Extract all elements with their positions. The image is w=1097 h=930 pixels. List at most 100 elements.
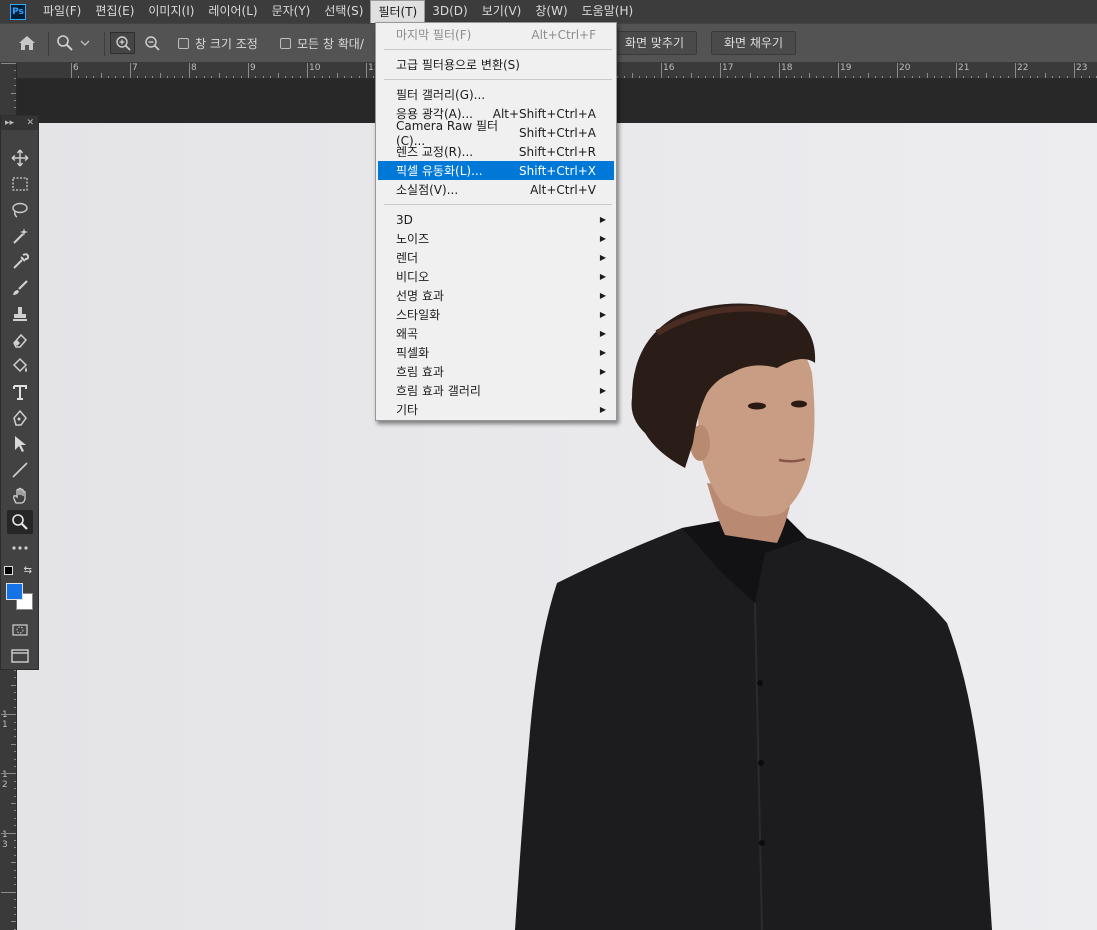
zoom-all-windows-checkbox[interactable] (280, 37, 291, 49)
filter-menu-item[interactable]: 기타 ▶ (378, 400, 614, 419)
filter-menu-item[interactable]: 마지막 필터(F) Alt+Ctrl+F (378, 25, 614, 44)
ruler-tick (14, 70, 16, 72)
move-tool[interactable] (7, 146, 33, 170)
filter-menu-item-label: 렌더 (396, 251, 419, 265)
menu-item[interactable]: 선택(S) (317, 0, 370, 23)
move-icon (11, 149, 29, 167)
zoom-in-button[interactable] (110, 32, 135, 54)
eyedropper-tool[interactable] (7, 250, 33, 274)
filter-menu-item[interactable]: 필터 갤러리(G)... (378, 85, 614, 104)
line-icon (12, 462, 28, 478)
swap-colors-icon[interactable]: ⇆ (24, 565, 32, 576)
line-tool[interactable] (7, 458, 33, 482)
screen-mode-button[interactable] (7, 644, 33, 668)
filter-menu-item[interactable]: 왜곡 ▶ (378, 324, 614, 343)
menu-item[interactable]: 창(W) (528, 0, 574, 23)
eraser-icon (13, 333, 28, 348)
ruler-tick (189, 63, 190, 78)
menu-bar: Ps 파일(F) 편집(E) 이미지(I) 레이어(L) 문자(Y) 선택(S) 필터(T)… (0, 0, 1097, 23)
filter-menu-item[interactable]: 흐림 효과 갤러리 ▶ (378, 381, 614, 400)
filter-menu-item-label: 기타 (396, 403, 419, 417)
ruler-tick-label: 10 (309, 63, 321, 73)
menu-item[interactable]: 레이어(L) (201, 0, 264, 23)
fit-screen-button[interactable]: 화면 맞추기 (612, 31, 698, 55)
filter-menu-item[interactable]: 렌즈 교정(R)... Shift+Ctrl+R (378, 142, 614, 161)
filter-menu-item[interactable]: 픽셀 유동화(L)... Shift+Ctrl+X (378, 161, 614, 180)
submenu-arrow-icon: ▶ (599, 272, 606, 281)
filter-menu-item[interactable]: 고급 필터용으로 변환(S) (378, 55, 614, 74)
close-panel-icon[interactable]: ✕ (26, 118, 34, 128)
eyedropper-icon (13, 253, 29, 269)
menu-item[interactable]: 보기(V) (475, 0, 529, 23)
magic-wand-tool[interactable] (7, 224, 33, 248)
zoom-all-windows-option[interactable]: 모든 창 확대/ (280, 32, 364, 54)
filter-menu-item[interactable]: 픽셀화 ▶ (378, 343, 614, 362)
stamp-tool[interactable] (7, 302, 33, 326)
chevron-down-icon (80, 40, 90, 46)
filter-menu-item-shortcut: Alt+Ctrl+F (531, 27, 596, 42)
quick-mask-button[interactable] (7, 618, 33, 642)
filter-menu-item-shortcut: Shift+Ctrl+A (519, 125, 596, 140)
more-tools[interactable] (7, 536, 33, 560)
ruler-tick-label: 17 (722, 63, 734, 73)
filter-menu-item[interactable]: 노이즈 ▶ (378, 229, 614, 248)
filter-menu-item[interactable]: 비디오 ▶ (378, 267, 614, 286)
expand-panel-icon[interactable]: ▸▸ (5, 118, 14, 128)
default-colors-icon[interactable] (4, 565, 13, 575)
resize-windows-checkbox[interactable] (178, 37, 189, 49)
ps-logo-icon[interactable]: Ps (10, 3, 26, 20)
toolbox-header[interactable]: ▸▸ ✕ (1, 116, 38, 130)
zoom-out-button[interactable] (140, 32, 164, 54)
filter-menu-item[interactable]: 스타일화 ▶ (378, 305, 614, 324)
filter-menu-item[interactable]: 선명 효과 ▶ (378, 286, 614, 305)
menu-item[interactable]: 문자(Y) (265, 0, 318, 23)
ruler-tick-label: 22 (1017, 63, 1029, 73)
submenu-arrow-icon: ▶ (599, 367, 606, 376)
filter-menu-item[interactable]: 렌더 ▶ (378, 248, 614, 267)
filter-menu-item[interactable]: Camera Raw 필터(C)... Shift+Ctrl+A (378, 119, 614, 148)
ruler-tick (661, 63, 662, 78)
menu-item[interactable]: 3D(D) (425, 0, 474, 23)
ruler-tick-label: 16 (663, 63, 675, 73)
ruler-tick-label: 1 (2, 770, 8, 780)
paint-bucket-icon (12, 357, 28, 373)
ruler-tick (1, 714, 16, 716)
menu-item[interactable]: 필터(T) (370, 0, 426, 23)
ruler-tick-label: 9 (250, 63, 256, 73)
hand-tool[interactable] (7, 484, 33, 508)
zoom-tool[interactable] (7, 510, 33, 534)
path-select-tool[interactable] (7, 432, 33, 456)
ruler-tick (1, 63, 16, 64)
filter-menu-item[interactable]: 흐림 효과 ▶ (378, 362, 614, 381)
ruler-tick (1, 891, 16, 893)
ruler-tick (838, 63, 839, 78)
menu-item[interactable]: 도움말(H) (575, 0, 641, 23)
magic-wand-icon (13, 228, 28, 244)
pen-tool[interactable] (7, 406, 33, 430)
type-tool[interactable] (7, 380, 33, 404)
menu-item[interactable]: 이미지(I) (141, 0, 201, 23)
ellipsis-icon (12, 546, 28, 550)
filter-menu-item[interactable]: 소실점(V)... Alt+Ctrl+V (378, 180, 614, 199)
menu-item[interactable]: 편집(E) (88, 0, 141, 23)
lasso-tool[interactable] (7, 198, 33, 222)
home-button[interactable] (12, 32, 42, 54)
fill-screen-button[interactable]: 화면 채우기 (711, 31, 797, 55)
filter-menu-dropdown: 마지막 필터(F) Alt+Ctrl+F 고급 필터용으로 변환(S) 필터 갤러리(… (375, 22, 617, 421)
menu-item[interactable]: 파일(F) (36, 0, 88, 23)
tool-preset-picker[interactable] (56, 32, 100, 54)
photoshop-window: Ps 파일(F) 편집(E) 이미지(I) 레이어(L) 문자(Y) 선택(S) 필터(T)… (0, 0, 1097, 930)
foreground-color-swatch[interactable] (6, 583, 23, 600)
options-divider (48, 32, 49, 56)
eraser-tool[interactable] (7, 328, 33, 352)
submenu-arrow-icon: ▶ (599, 291, 606, 300)
zoom-all-windows-label: 모든 창 확대/ (297, 36, 364, 51)
resize-windows-option[interactable]: 창 크기 조정 (178, 32, 258, 54)
ruler-tick-label: 3 (2, 840, 8, 850)
filter-menu-item[interactable]: 3D ▶ (378, 210, 614, 229)
ruler-tick-label: 7 (132, 63, 138, 73)
marquee-tool[interactable] (7, 172, 33, 196)
brush-tool[interactable] (7, 276, 33, 300)
paint-bucket-tool[interactable] (7, 354, 33, 378)
toolbox-panel: ▸▸ ✕ ⇆ (0, 115, 39, 670)
